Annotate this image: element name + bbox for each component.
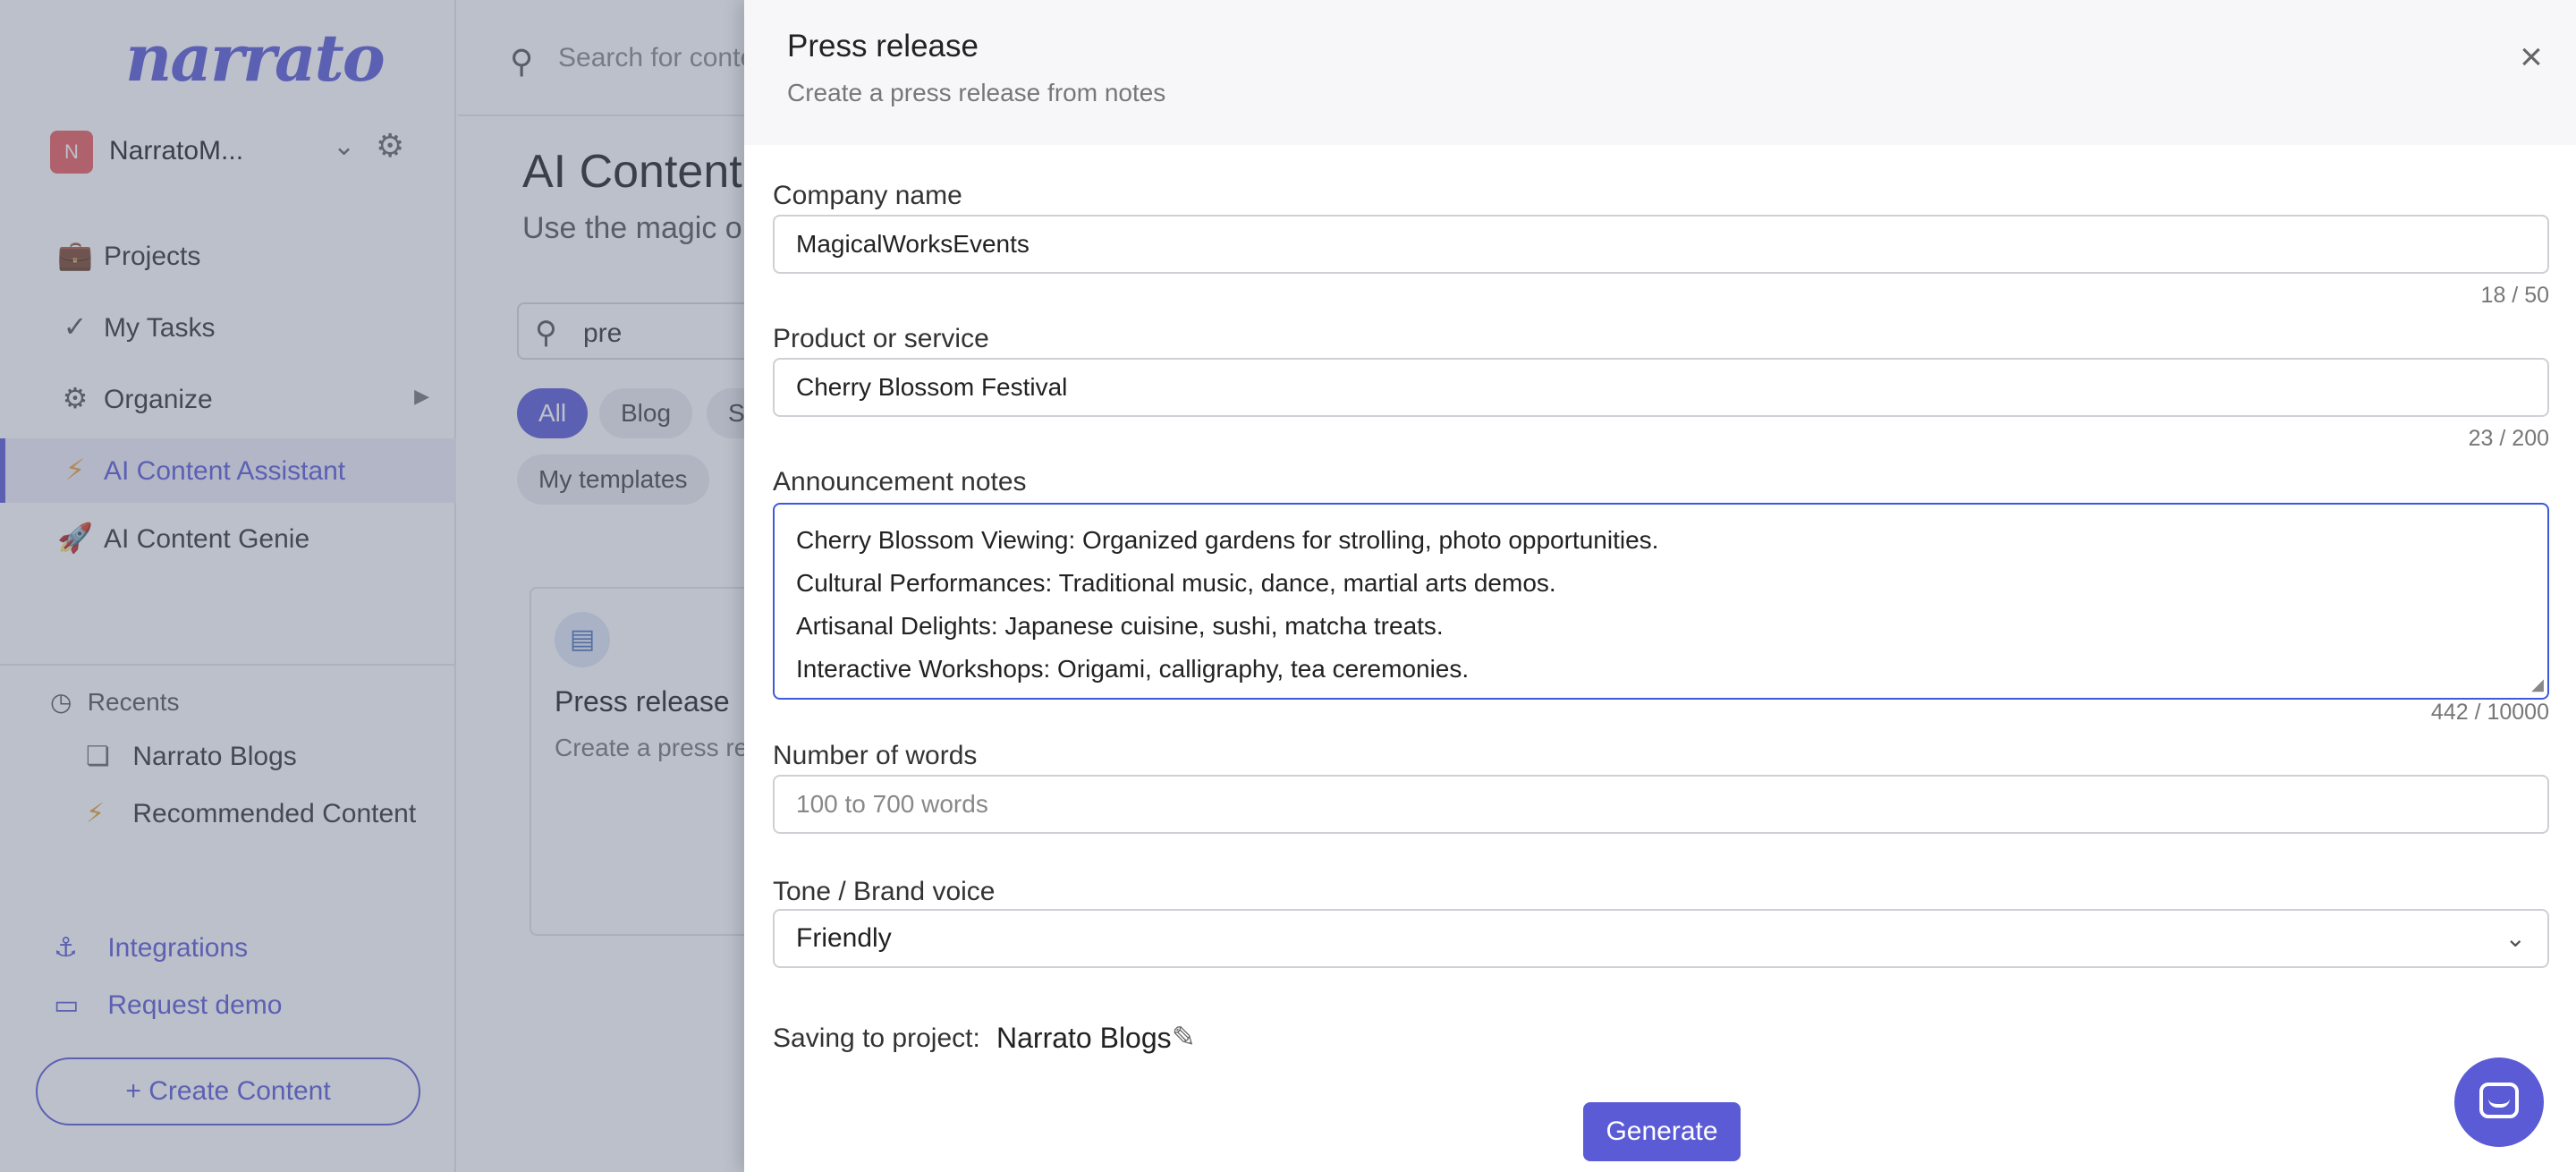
resize-handle-icon[interactable]: ◢ bbox=[2531, 675, 2544, 694]
panel-header: Press release Create a press release fro… bbox=[744, 0, 2576, 145]
saving-to-project-label: Saving to project: bbox=[773, 1023, 980, 1053]
panel-subtitle: Create a press release from notes bbox=[787, 79, 1166, 106]
edit-icon[interactable]: ✎ bbox=[1172, 1020, 1196, 1054]
announcement-notes-counter: 442 / 10000 bbox=[2430, 700, 2549, 725]
number-of-words-input[interactable]: 100 to 700 words bbox=[773, 775, 2549, 834]
number-of-words-label: Number of words bbox=[773, 741, 978, 770]
announcement-notes-textarea[interactable]: Cherry Blossom Viewing: Organized garden… bbox=[773, 503, 2549, 700]
product-label: Product or service bbox=[773, 324, 989, 353]
chevron-down-icon: ⌄ bbox=[2504, 924, 2526, 952]
company-name-input[interactable]: MagicalWorksEvents bbox=[773, 215, 2549, 274]
chat-launcher-button[interactable] bbox=[2454, 1057, 2544, 1147]
announcement-notes-label: Announcement notes bbox=[773, 467, 1027, 497]
product-counter: 23 / 200 bbox=[2468, 426, 2549, 451]
press-release-panel: Press release Create a press release fro… bbox=[744, 0, 2576, 1172]
notes-line: Interactive Workshops: Origami, calligra… bbox=[796, 655, 1470, 683]
company-name-label: Company name bbox=[773, 181, 962, 210]
tone-select[interactable]: Friendly ⌄ bbox=[773, 909, 2549, 968]
company-name-counter: 18 / 50 bbox=[2480, 283, 2549, 308]
saving-project-name: Narrato Blogs bbox=[996, 1022, 1172, 1054]
close-icon[interactable]: × bbox=[2512, 38, 2551, 77]
tone-selected-value: Friendly bbox=[796, 923, 892, 953]
tone-label: Tone / Brand voice bbox=[773, 877, 996, 906]
generate-button[interactable]: Generate bbox=[1583, 1102, 1741, 1161]
notes-line: Artisanal Delights: Japanese cuisine, su… bbox=[796, 612, 1444, 640]
notes-line: Cultural Performances: Traditional music… bbox=[796, 569, 1556, 597]
product-input[interactable]: Cherry Blossom Festival bbox=[773, 358, 2549, 417]
panel-title: Press release bbox=[787, 29, 979, 64]
notes-line: Cherry Blossom Viewing: Organized garden… bbox=[796, 526, 1659, 554]
